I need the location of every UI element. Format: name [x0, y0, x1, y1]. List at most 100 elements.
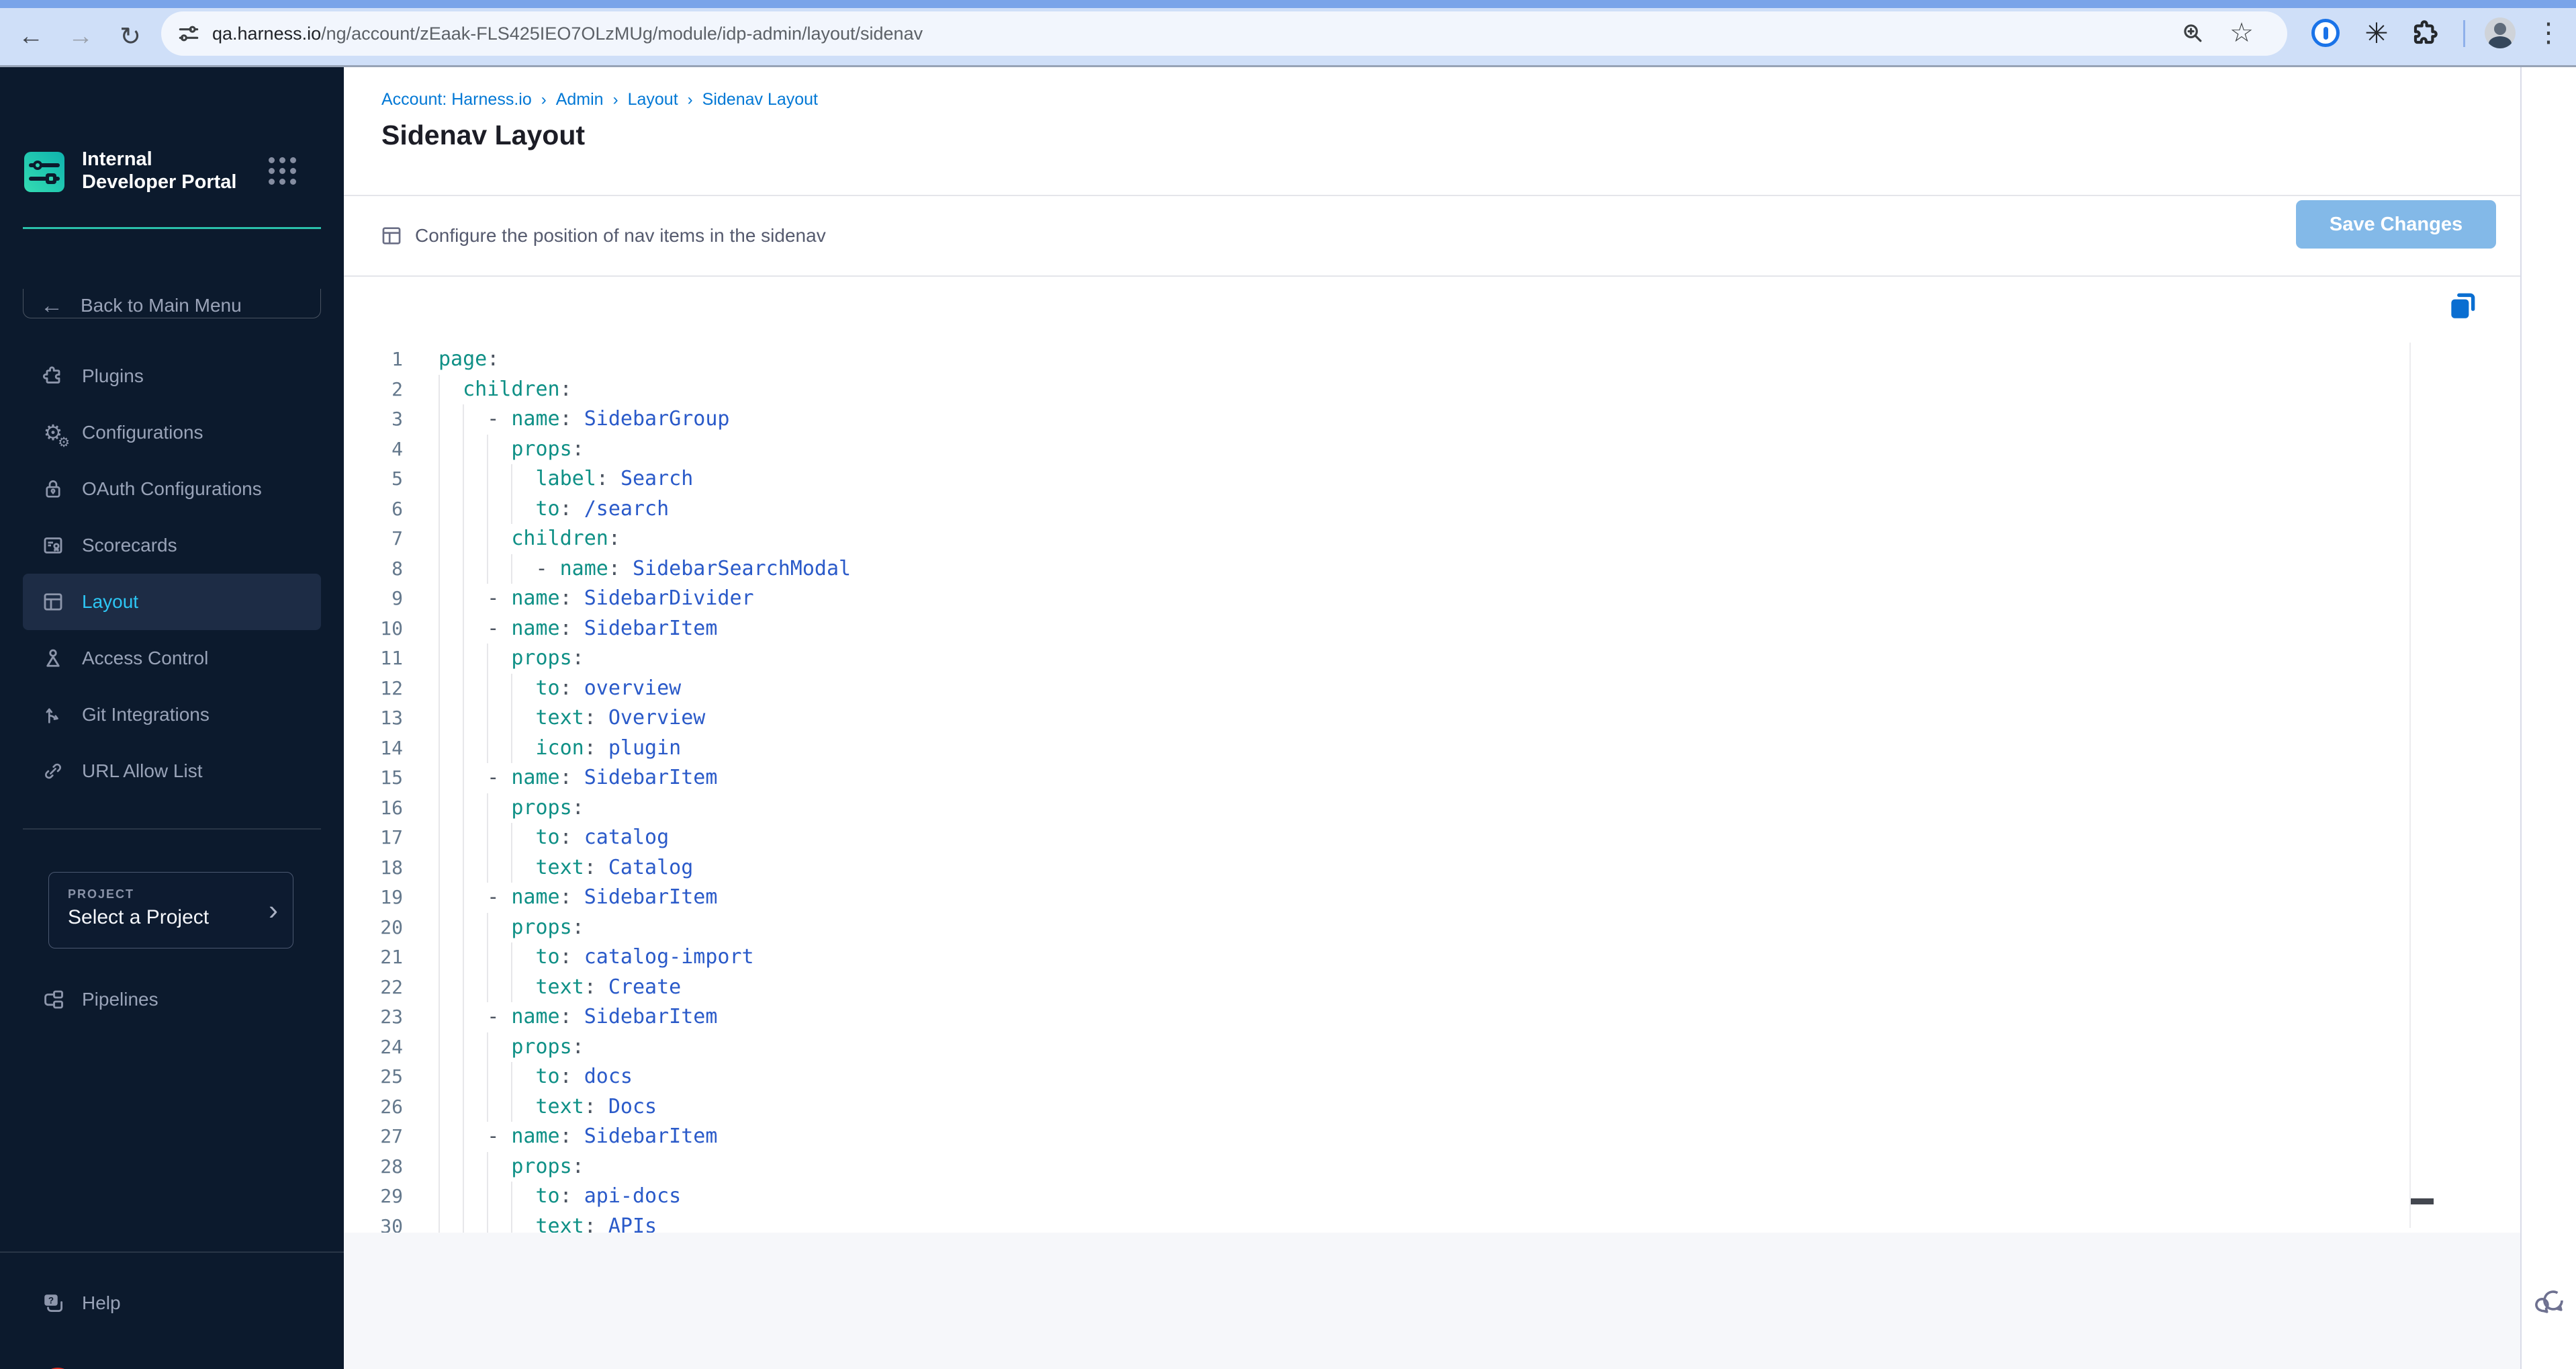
sidebar-help-row: ? Help: [23, 1276, 321, 1330]
code-line[interactable]: 27 - name: SidebarItem: [344, 1122, 2405, 1152]
browser-menu-icon[interactable]: ⋮: [2533, 17, 2564, 48]
code-line[interactable]: 24 props:: [344, 1032, 2405, 1062]
site-settings-tune-icon[interactable]: [176, 21, 203, 48]
page-header: Account: Harness.io › Admin › Layout › Sidenav…: [344, 67, 2520, 195]
onepassword-extension-icon[interactable]: [2310, 17, 2341, 48]
config-toolbar: Configure the position of nav items in t…: [344, 196, 2520, 275]
code-line[interactable]: 30 text: APIs: [344, 1211, 2405, 1233]
code-line[interactable]: 8 - name: SidebarSearchModal: [344, 554, 2405, 584]
sidebar-item-label: Scorecards: [82, 535, 177, 556]
code-line[interactable]: 25 to: docs: [344, 1062, 2405, 1092]
project-selector[interactable]: PROJECT Select a Project ›: [48, 872, 293, 948]
browser-reload-button[interactable]: ↻: [109, 8, 152, 65]
sidebar-item-layout[interactable]: Layout: [23, 574, 321, 630]
back-label: Back to Main Menu: [81, 295, 242, 316]
sidebar-pipelines-row: Pipelines: [23, 971, 321, 1028]
extensions-puzzle-icon[interactable]: [2409, 17, 2440, 48]
address-bar[interactable]: qa.harness.io/ng/account/zEaak-FLS425IEO…: [161, 11, 2287, 56]
code-line[interactable]: 7 children:: [344, 524, 2405, 554]
code-lines[interactable]: 1 page: 2 children: 3 - name: SidebarGroup 4…: [344, 345, 2405, 1233]
sidebar-teal-divider: [23, 227, 321, 229]
url-text[interactable]: qa.harness.io/ng/account/zEaak-FLS425IEO…: [212, 11, 923, 56]
line-number: 26: [380, 1095, 403, 1118]
breadcrumb-admin[interactable]: Admin: [556, 90, 604, 109]
code-line[interactable]: 20 props:: [344, 912, 2405, 942]
line-number: 18: [380, 856, 403, 879]
code-line[interactable]: 16 props:: [344, 793, 2405, 823]
layout-icon: [40, 589, 66, 615]
code-line[interactable]: 28 props:: [344, 1151, 2405, 1182]
back-to-main-menu[interactable]: ← Back to Main Menu: [23, 281, 321, 330]
code-line[interactable]: 17 to: catalog: [344, 823, 2405, 853]
code-line[interactable]: 14 icon: plugin: [344, 733, 2405, 763]
code-line[interactable]: 19 - name: SidebarItem: [344, 883, 2405, 913]
sidebar-product-title: Internal Developer Portal: [82, 148, 237, 193]
sidebar-item-pipelines[interactable]: Pipelines: [23, 971, 321, 1028]
line-number: 6: [392, 497, 403, 520]
person-icon: [40, 646, 66, 671]
browser-forward-button[interactable]: →: [59, 8, 102, 65]
sidebar-item-oauth-configurations[interactable]: OAuth Configurations: [23, 461, 321, 517]
code-line[interactable]: 12 to: overview: [344, 673, 2405, 703]
sidebar-item-git-integrations[interactable]: Git Integrations: [23, 687, 321, 743]
breadcrumb-layout[interactable]: Layout: [628, 90, 678, 109]
sidebar-item-help[interactable]: ? Help: [23, 1276, 321, 1330]
save-changes-button[interactable]: Save Changes: [2296, 200, 2496, 249]
sidebar-item-url-allow-list[interactable]: URL Allow List: [23, 743, 321, 799]
code-line[interactable]: 26 text: Docs: [344, 1092, 2405, 1122]
copy-icon[interactable]: [2446, 289, 2479, 322]
sidebar-item-label: Layout: [82, 591, 139, 612]
app-grid-icon[interactable]: [269, 157, 301, 189]
code-line[interactable]: 5 label: Search: [344, 464, 2405, 494]
sidebar-logo-row: Internal Developer Portal: [23, 148, 321, 199]
extension-burst-icon[interactable]: ✳: [2361, 17, 2392, 49]
yaml-editor[interactable]: 1 page: 2 children: 3 - name: SidebarGroup 4…: [344, 277, 2520, 1233]
breadcrumb-sidenav-layout[interactable]: Sidenav Layout: [702, 90, 818, 109]
sidebar-item-access-control[interactable]: Access Control: [23, 630, 321, 687]
line-number: 12: [380, 676, 403, 699]
sidebar-item-scorecards[interactable]: Scorecards: [23, 517, 321, 574]
zoom-page-icon[interactable]: [2180, 20, 2207, 47]
line-number: 8: [392, 557, 403, 580]
breadcrumb-account[interactable]: Account: Harness.io: [381, 90, 532, 109]
browser-profile-avatar[interactable]: [2485, 17, 2516, 48]
code-line[interactable]: 23 - name: SidebarItem: [344, 1002, 2405, 1032]
help-chat-icon: ?: [40, 1290, 66, 1316]
line-number: 3: [392, 408, 403, 430]
git-branch-icon: [40, 702, 66, 727]
code-line[interactable]: 22 text: Create: [344, 972, 2405, 1002]
sidebar-divider: [23, 828, 321, 830]
code-line[interactable]: 18 text: Catalog: [344, 852, 2405, 883]
code-line[interactable]: 4 props:: [344, 434, 2405, 464]
sidebar-item-plugins[interactable]: Plugins: [23, 348, 321, 404]
editor-scrollbar-thumb[interactable]: [2411, 1198, 2434, 1204]
code-line[interactable]: 15 - name: SidebarItem: [344, 763, 2405, 793]
chat-widget-icon[interactable]: [2532, 1284, 2569, 1321]
sidebar-bottom-divider: [0, 1251, 344, 1253]
code-line[interactable]: 11 props:: [344, 644, 2405, 674]
code-line[interactable]: 21 to: catalog-import: [344, 942, 2405, 973]
line-number: 30: [380, 1215, 403, 1233]
sidebar-item-configurations[interactable]: ⚙ ⚙ Configurations: [23, 404, 321, 461]
bookmark-star-icon[interactable]: ☆: [2228, 18, 2255, 48]
code-line[interactable]: 2 children:: [344, 374, 2405, 404]
browser-back-button[interactable]: ←: [9, 8, 52, 65]
puzzle-icon: [40, 363, 66, 389]
line-number: 5: [392, 468, 403, 490]
code-line[interactable]: 13 text: Overview: [344, 703, 2405, 734]
line-number: 14: [380, 736, 403, 759]
code-line[interactable]: 3 - name: SidebarGroup: [344, 404, 2405, 435]
sidebar-user[interactable]: HM Himanshu Mishra: [23, 1357, 321, 1369]
back-arrow-icon: ←: [40, 292, 63, 318]
code-line[interactable]: 6 to: /search: [344, 494, 2405, 524]
line-number: 29: [380, 1185, 403, 1207]
sidenav-layout-icon: [380, 224, 403, 247]
line-number: 15: [380, 766, 403, 789]
code-line[interactable]: 9 - name: SidebarDivider: [344, 584, 2405, 614]
code-line[interactable]: 29 to: api-docs: [344, 1182, 2405, 1212]
right-edge-strip: [2520, 67, 2576, 1369]
code-line[interactable]: 10 - name: SidebarItem: [344, 613, 2405, 644]
browser-tab-strip: [0, 0, 2576, 8]
code-line[interactable]: 1 page:: [344, 345, 2405, 375]
line-number: 13: [380, 707, 403, 729]
